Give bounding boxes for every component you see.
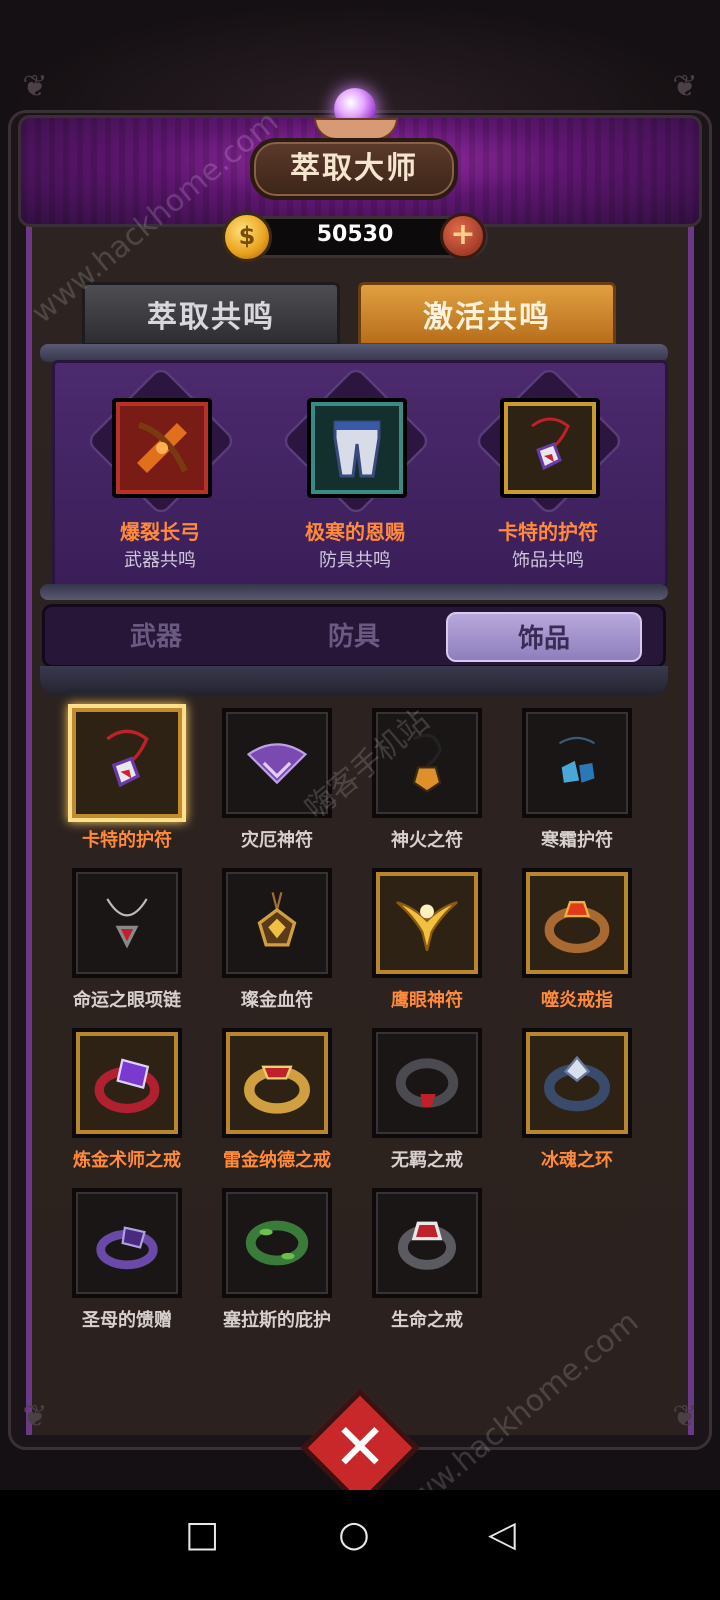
gold-coin-icon: $: [222, 212, 272, 262]
item-name: 卡特的护符: [82, 830, 172, 851]
gold-pendant-icon: [222, 868, 332, 978]
corner-ornament-icon: ❦: [672, 1399, 698, 1434]
item-name: 灾厄神符: [241, 830, 313, 851]
item-name: 冰魂之环: [541, 1150, 613, 1171]
amulet-icon: [508, 406, 592, 490]
gold-ring-icon: [222, 1028, 332, 1138]
item-name: 无羁之戒: [391, 1150, 463, 1171]
corner-ornament-icon: ❦: [22, 69, 48, 104]
corner-ornament-icon: ❦: [672, 69, 698, 104]
item-slot[interactable]: 无羁之戒: [352, 1028, 502, 1188]
slot-frame: [112, 398, 212, 498]
violet-ring-icon: [72, 1188, 182, 1298]
item-slot[interactable]: 塞拉斯的庇护: [202, 1188, 352, 1348]
item-slot[interactable]: 命运之眼项链: [52, 868, 202, 1028]
item-slot[interactable]: 寒霜护符: [502, 708, 652, 868]
tab-extract-resonance[interactable]: 萃取共鸣: [82, 282, 340, 346]
item-name: 命运之眼项链: [73, 990, 181, 1011]
recent-apps-button[interactable]: □: [172, 1505, 232, 1565]
plus-icon: +: [450, 217, 476, 252]
item-slot[interactable]: 璨金血符: [202, 868, 352, 1028]
pants-icon: [315, 406, 399, 490]
panel-rail: [40, 584, 668, 600]
tab-accessory[interactable]: 饰品: [446, 612, 642, 662]
hand-icon: [314, 118, 398, 140]
resonance-slot-weapon[interactable]: 爆裂长弓 武器共鸣: [60, 365, 260, 580]
item-name: 生命之戒: [391, 1310, 463, 1331]
flame-ring-icon: [522, 868, 632, 978]
resonance-item-name: 爆裂长弓: [120, 520, 200, 544]
item-name: 璨金血符: [241, 990, 313, 1011]
resonance-slot-armor[interactable]: 极寒的恩赐 防具共鸣: [255, 365, 455, 580]
purple-ring-icon: [72, 1028, 182, 1138]
tab-armor[interactable]: 防具: [256, 612, 452, 662]
back-button[interactable]: ◁: [472, 1505, 532, 1565]
page-title: 萃取大师: [250, 138, 458, 200]
item-slot[interactable]: 雷金纳德之戒: [202, 1028, 352, 1188]
coin-balance: 50530: [316, 222, 394, 247]
item-name: 寒霜护符: [541, 830, 613, 851]
dark-ring-icon: [372, 1028, 482, 1138]
item-name: 鹰眼神符: [391, 990, 463, 1011]
item-name: 圣母的馈赠: [82, 1310, 172, 1331]
crossed-swords-icon: ✕: [333, 1411, 387, 1485]
resonance-item-name: 卡特的护符: [498, 520, 598, 544]
add-coins-button[interactable]: +: [440, 213, 486, 259]
item-slot[interactable]: 噬炎戒指: [502, 868, 652, 1028]
frost-charm-icon: [522, 708, 632, 818]
life-ring-icon: [372, 1188, 482, 1298]
home-button[interactable]: ○: [324, 1505, 384, 1565]
item-slot[interactable]: 圣母的馈赠: [52, 1188, 202, 1348]
tab-weapon[interactable]: 武器: [58, 612, 254, 662]
necklace-icon: [72, 868, 182, 978]
item-name: 雷金纳德之戒: [223, 1150, 331, 1171]
leaf-ring-icon: [222, 1188, 332, 1298]
item-name: 塞拉斯的庇护: [223, 1310, 331, 1331]
resonance-type: 饰品共鸣: [512, 550, 584, 571]
item-slot[interactable]: 鹰眼神符: [352, 868, 502, 1028]
amulet-icon: [68, 704, 186, 822]
ice-ring-icon: [522, 1028, 632, 1138]
resonance-slot-accessory[interactable]: 卡特的护符 饰品共鸣: [448, 365, 648, 580]
item-name: 炼金术师之戒: [73, 1150, 181, 1171]
item-name: 神火之符: [391, 830, 463, 851]
item-slot[interactable]: 生命之戒: [352, 1188, 502, 1348]
resonance-item-name: 极寒的恩赐: [305, 520, 405, 544]
crossbow-icon: [120, 406, 204, 490]
corner-ornament-icon: ❦: [22, 1399, 48, 1434]
slot-frame: [307, 398, 407, 498]
tab-activate-resonance[interactable]: 激活共鸣: [358, 282, 616, 346]
item-slot[interactable]: 卡特的护符: [52, 704, 202, 868]
item-slot[interactable]: 冰魂之环: [502, 1028, 652, 1188]
tab-rail: [40, 666, 668, 696]
item-slot[interactable]: 炼金术师之戒: [52, 1028, 202, 1188]
slot-frame: [500, 398, 600, 498]
resonance-type: 防具共鸣: [319, 550, 391, 571]
resonance-type: 武器共鸣: [124, 550, 196, 571]
eagle-charm-icon: [372, 868, 482, 978]
item-name: 噬炎戒指: [541, 990, 613, 1011]
